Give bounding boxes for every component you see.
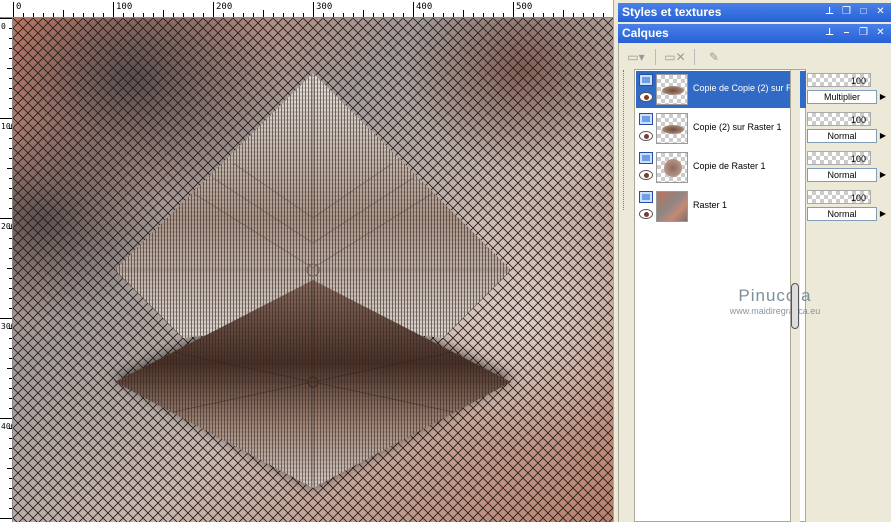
close-icon[interactable]: ✕ — [874, 5, 887, 18]
psp-window: 0 100 200 300 400 500 0 100 200 300 400 — [0, 0, 891, 522]
toolbar-divider — [655, 49, 656, 65]
delete-layer-icon: ▭✕ — [664, 50, 686, 64]
layer-name: Copie de Copie (2) sur R — [693, 83, 793, 93]
raster-layer-icon — [639, 152, 653, 164]
visibility-eye-icon[interactable] — [639, 92, 653, 102]
layer-icons — [638, 151, 654, 184]
blend-mode-select[interactable]: Normal — [807, 129, 877, 143]
delete-layer-button[interactable]: ▭✕ — [662, 47, 688, 67]
watermark-url: www.maidiregrafica.eu — [729, 306, 821, 316]
ruler-label: 0 — [1, 22, 6, 31]
layers-palette: ▭▾ ▭✕ ✎ Copie de Copie (2) sur R Copie (… — [618, 43, 891, 522]
properties-icon: ✎ — [708, 50, 720, 64]
layer-name: Raster 1 — [693, 200, 728, 210]
pin-icon[interactable]: ⊥ — [823, 5, 836, 18]
layer-row-copie-de-copie[interactable]: Copie de Copie (2) sur R — [636, 71, 806, 108]
ruler-ticks — [0, 18, 12, 519]
image-canvas[interactable] — [13, 18, 613, 522]
ruler-label: 100 — [116, 2, 133, 12]
chevron-right-icon[interactable]: ▶ — [878, 129, 888, 143]
layers-palette-title[interactable]: Calques ⊥ – ❐ ✕ — [618, 24, 891, 43]
chevron-right-icon[interactable]: ▶ — [878, 168, 888, 182]
restore-icon[interactable]: ❐ — [840, 5, 853, 18]
vertical-ruler: 0 100 200 300 400 — [0, 18, 13, 522]
visibility-eye-icon[interactable] — [639, 131, 653, 141]
visibility-eye-icon[interactable] — [639, 170, 653, 180]
styles-palette-title[interactable]: Styles et textures ⊥ ❐ □ ✕ — [618, 3, 891, 22]
ruler-label: 500 — [516, 2, 533, 12]
blend-mode-select[interactable]: Normal — [807, 207, 877, 221]
layer-row-raster-1[interactable]: Raster 1 — [636, 188, 806, 225]
ruler-label: 200 — [1, 222, 12, 231]
watermark-name: Pinucc a — [738, 286, 812, 305]
raster-layer-icon — [639, 74, 653, 86]
opacity-slider[interactable]: 100 — [807, 73, 871, 87]
chevron-right-icon[interactable]: ▶ — [878, 90, 888, 104]
restore-icon[interactable]: ❐ — [857, 26, 870, 39]
ruler-label: 400 — [416, 2, 433, 12]
layer-thumbnail — [656, 191, 688, 222]
ruler-label: 400 — [1, 422, 12, 431]
minimize-icon[interactable]: – — [840, 26, 853, 39]
layer-icons — [638, 73, 654, 106]
layer-thumbnail — [656, 74, 688, 105]
maximize-icon[interactable]: □ — [857, 5, 870, 18]
opacity-slider[interactable]: 100 — [807, 190, 871, 204]
artwork — [13, 18, 613, 522]
pin-icon[interactable]: ⊥ — [823, 26, 836, 39]
layer-row-copie-de-raster-1[interactable]: Copie de Raster 1 — [636, 149, 806, 186]
layer-thumbnail — [656, 113, 688, 144]
horizontal-ruler: 0 100 200 300 400 500 — [0, 0, 613, 18]
new-layer-icon: ▭▾ — [627, 50, 645, 64]
layer-tree-lines — [623, 70, 633, 210]
layer-icons — [638, 112, 654, 145]
close-icon[interactable]: ✕ — [874, 26, 887, 39]
blend-mode-select[interactable]: Normal — [807, 168, 877, 182]
blend-mode-select[interactable]: Multiplier — [807, 90, 877, 104]
layer-icons — [638, 190, 654, 223]
layer-properties-button[interactable]: ✎ — [701, 47, 727, 67]
toolbar-divider — [694, 49, 695, 65]
opacity-slider[interactable]: 100 — [807, 112, 871, 126]
layers-toolbar: ▭▾ ▭✕ ✎ — [623, 46, 727, 68]
styles-palette-title-text: Styles et textures — [622, 5, 722, 19]
new-layer-dropdown[interactable]: ▭▾ — [623, 47, 649, 67]
raster-layer-icon — [639, 113, 653, 125]
ruler-label: 300 — [316, 2, 333, 12]
visibility-eye-icon[interactable] — [639, 209, 653, 219]
layer-row-copie-2[interactable]: Copie (2) sur Raster 1 — [636, 110, 806, 147]
ruler-label: 200 — [216, 2, 233, 12]
resize-cursor-icon — [791, 283, 799, 329]
layer-props-3: 100 Normal ▶ — [805, 188, 891, 225]
opacity-slider[interactable]: 100 — [807, 151, 871, 165]
layer-thumbnail — [656, 152, 688, 183]
layer-props-2: 100 Normal ▶ — [805, 149, 891, 186]
layer-props-1: 100 Normal ▶ — [805, 110, 891, 147]
chevron-right-icon[interactable]: ▶ — [878, 207, 888, 221]
raster-layer-icon — [639, 191, 653, 203]
layer-name: Copie (2) sur Raster 1 — [693, 122, 782, 132]
layers-palette-title-text: Calques — [622, 26, 669, 40]
layer-name: Copie de Raster 1 — [693, 161, 766, 171]
ruler-label: 0 — [16, 2, 22, 12]
ruler-label: 100 — [1, 122, 12, 131]
watermark: Pinucc a www.maidiregrafica.eu — [705, 286, 845, 316]
ruler-label: 300 — [1, 322, 12, 331]
layer-props-0: 100 Multiplier ▶ — [805, 71, 891, 108]
